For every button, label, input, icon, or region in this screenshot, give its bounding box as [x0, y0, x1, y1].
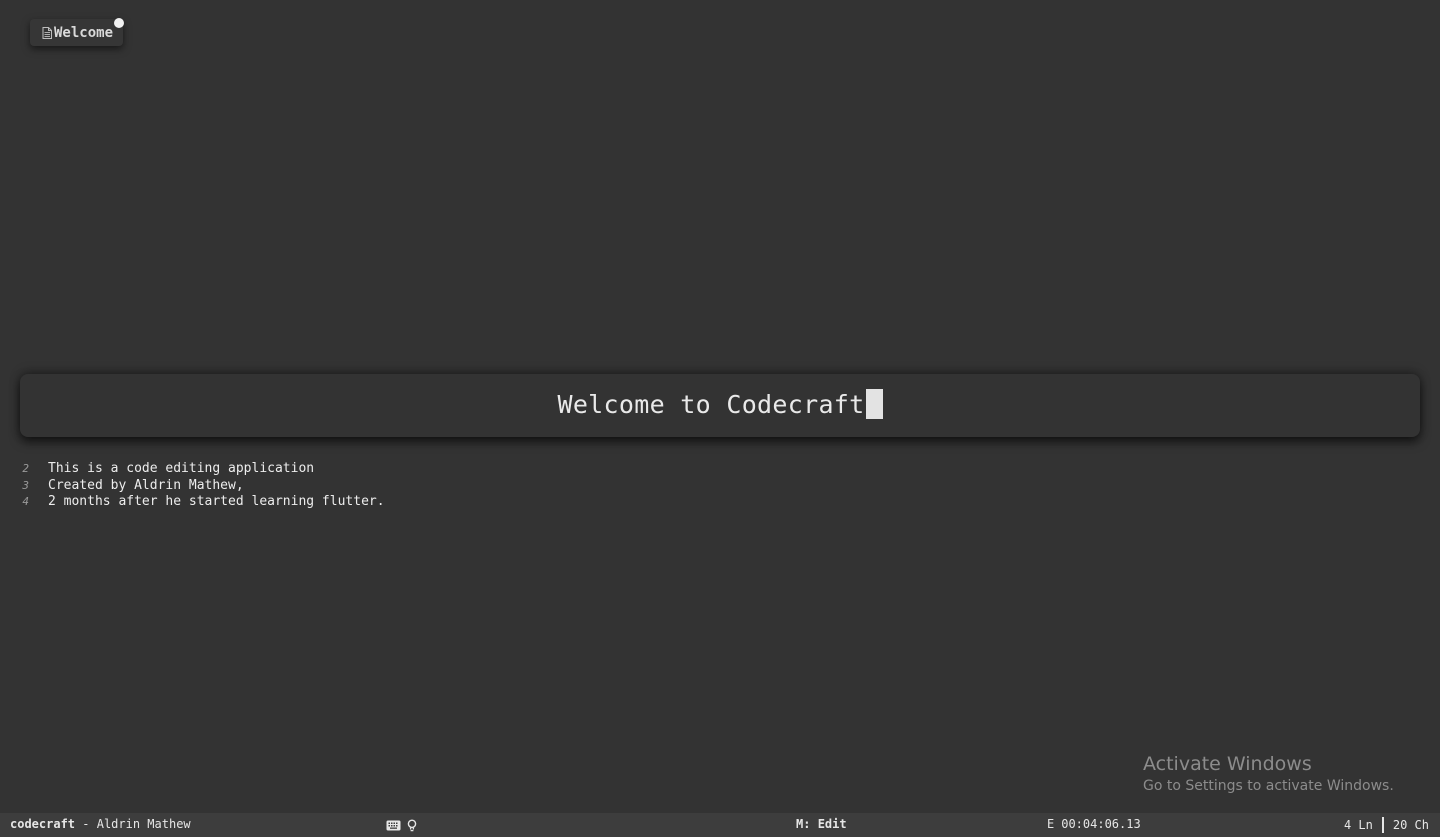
editor-mode-indicator[interactable]: M: Edit — [796, 813, 847, 837]
editor-window: Welcome Welcome to Codecraft 2 This is a … — [0, 0, 1440, 837]
app-separator: - — [75, 817, 97, 831]
elapsed-timer: E 00:04:06.13 — [1047, 813, 1141, 837]
line-number: 4 — [22, 495, 29, 508]
editor-line[interactable]: 2 This is a code editing application — [0, 461, 1440, 478]
keyboard-icon[interactable] — [386, 820, 401, 831]
watermark-subtitle: Go to Settings to activate Windows. — [1143, 778, 1394, 794]
line-number: 2 — [22, 462, 29, 475]
status-app-info: codecraft - Aldrin Mathew — [10, 813, 191, 837]
activate-windows-watermark: Activate Windows Go to Settings to activ… — [1143, 752, 1394, 797]
timer-value: 00:04:06.13 — [1061, 817, 1141, 831]
app-name: codecraft — [10, 817, 76, 831]
text-cursor — [865, 389, 883, 419]
tab-label: Welcome — [54, 24, 114, 41]
status-bar: codecraft - Aldrin Mathew M: Edit E 00:0… — [0, 813, 1440, 837]
lightbulb-icon[interactable] — [407, 819, 417, 832]
line-text[interactable]: Created by Aldrin Mathew, — [48, 478, 244, 495]
document-title[interactable]: Welcome to Codecraft — [557, 389, 883, 421]
line-count: 4 Ln — [1343, 818, 1373, 832]
mode-key: M: — [796, 817, 811, 831]
position-divider — [1381, 817, 1384, 833]
author-name: Aldrin Mathew — [96, 817, 191, 831]
mode-value: Edit — [817, 817, 847, 831]
editor-line[interactable]: 3 Created by Aldrin Mathew, — [0, 478, 1440, 495]
line-number: 3 — [22, 478, 29, 492]
title-line-panel[interactable]: Welcome to Codecraft — [20, 374, 1420, 437]
editor-line[interactable]: 4 2 months after he started learning flut… — [0, 494, 1440, 511]
timer-label: E — [1047, 817, 1055, 831]
file-icon — [41, 26, 52, 39]
cursor-position: 4 Ln 20 Ch — [1344, 813, 1429, 837]
document-title-text: Welcome to Codecraft — [557, 390, 865, 419]
watermark-title: Activate Windows — [1143, 753, 1312, 775]
line-text[interactable]: 2 months after he started learning flutt… — [48, 494, 385, 511]
unsaved-indicator-dot — [114, 18, 125, 28]
tab-welcome[interactable]: Welcome — [30, 18, 125, 46]
editor-area[interactable]: 2 This is a code editing application 3 Crea… — [0, 461, 1440, 511]
line-text[interactable]: This is a code editing application — [48, 461, 314, 478]
char-count: 20 Ch — [1392, 818, 1429, 832]
status-icons — [386, 813, 417, 837]
